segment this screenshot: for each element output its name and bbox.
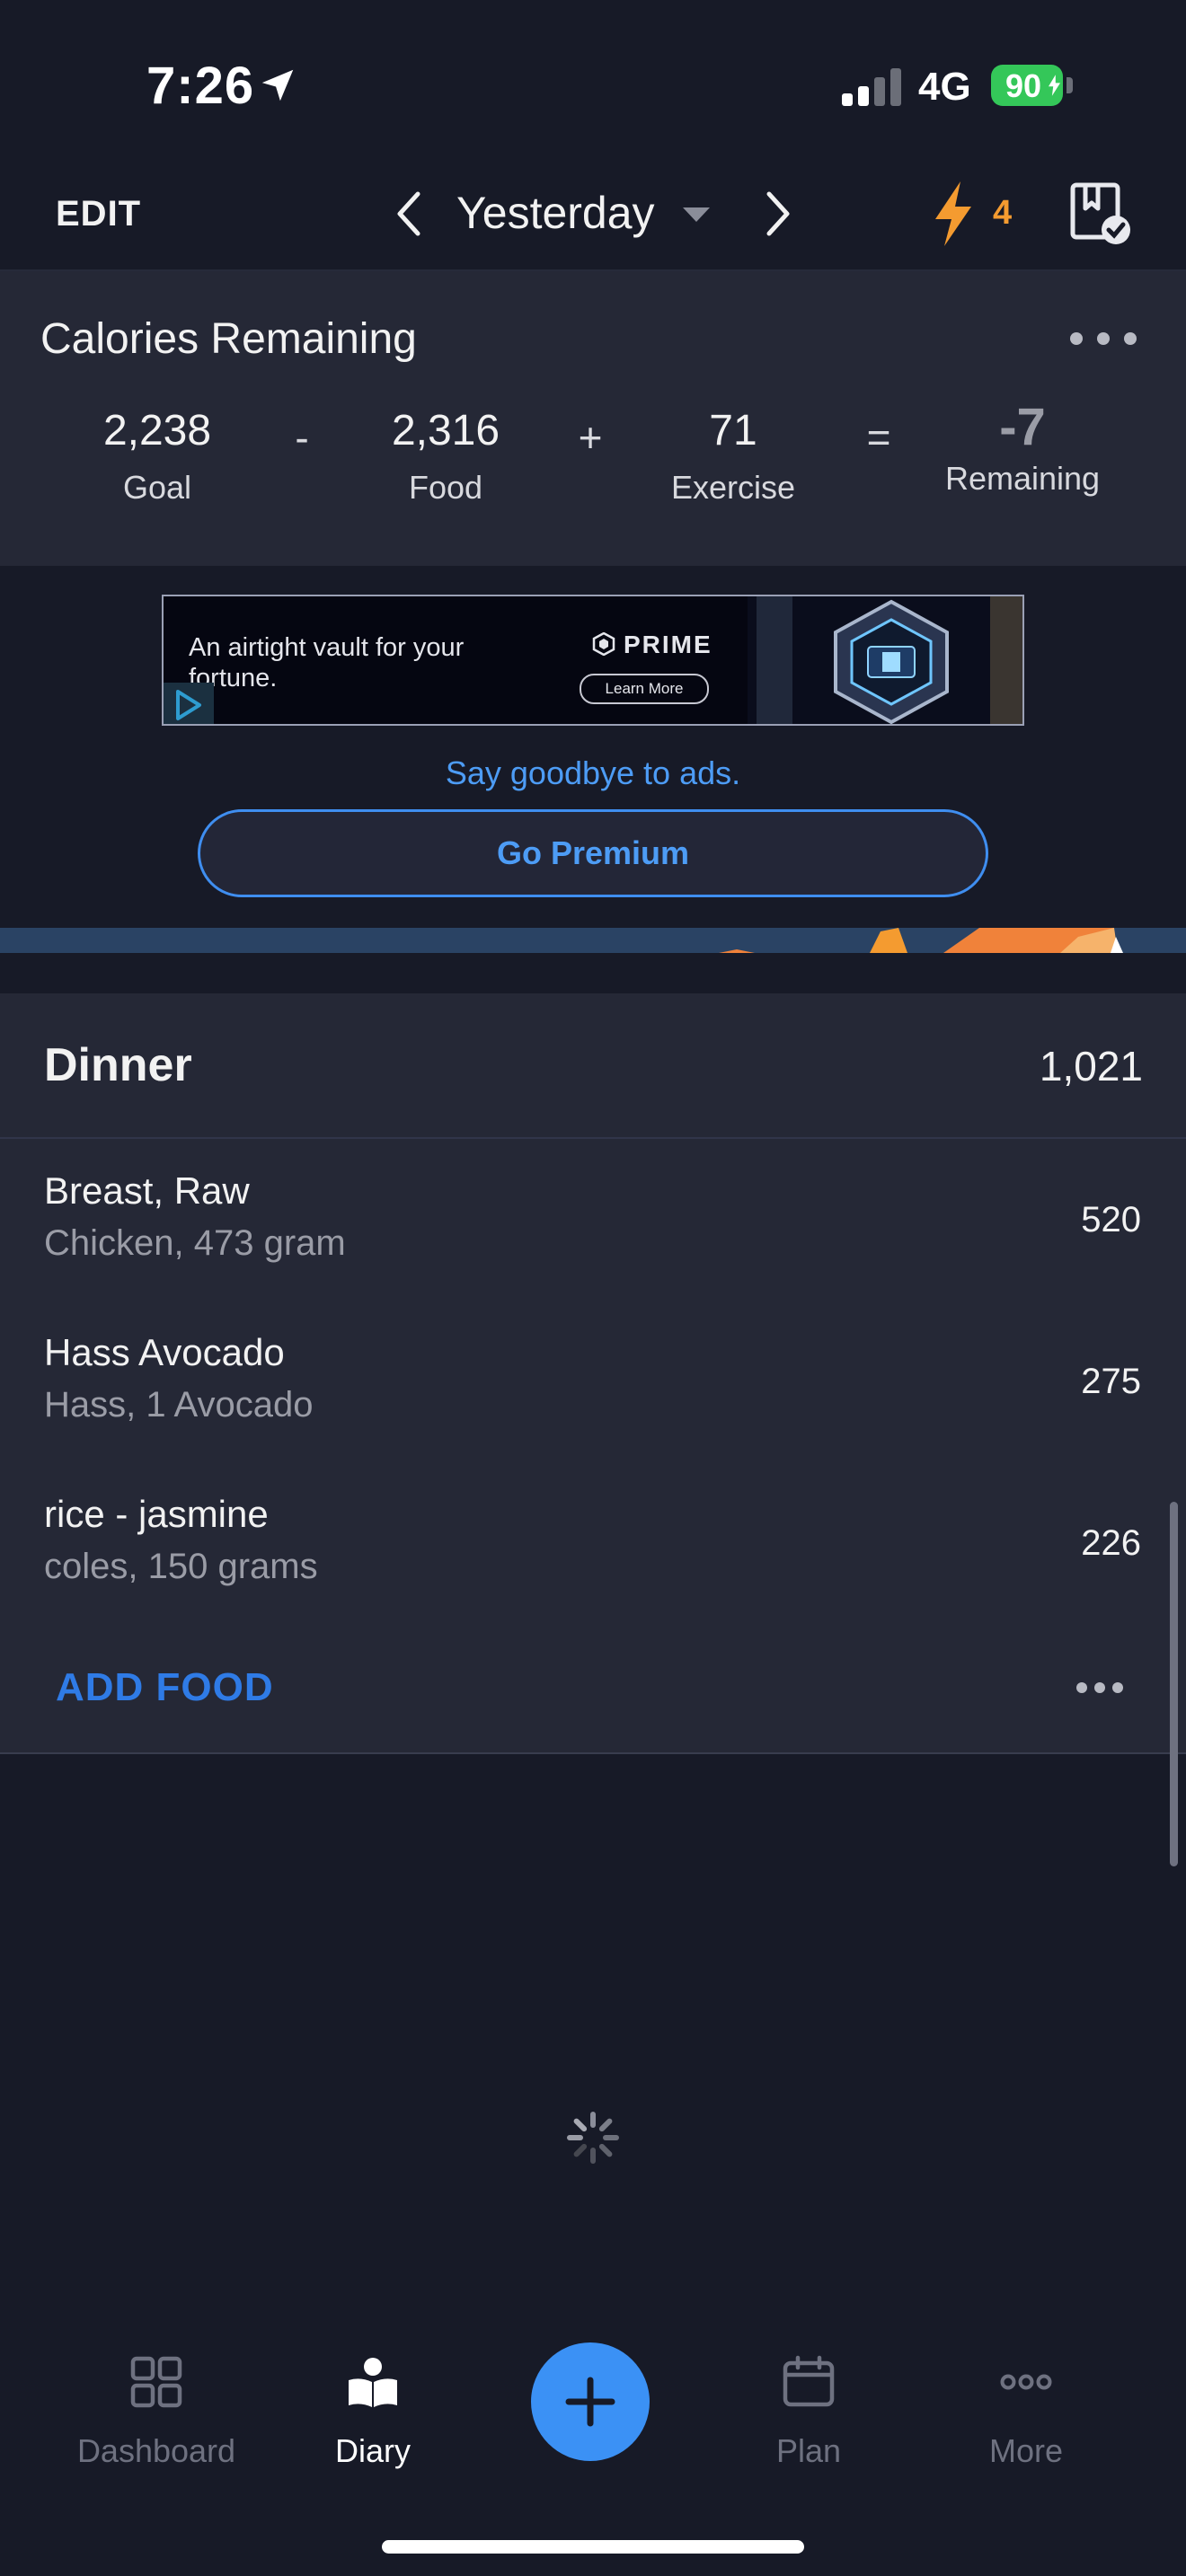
battery-indicator: 90: [991, 65, 1063, 106]
food-name: rice - jasmine: [44, 1493, 269, 1535]
tab-dashboard[interactable]: Dashboard: [49, 2355, 264, 2470]
add-food-button[interactable]: ADD FOOD: [56, 1665, 274, 1710]
plus-icon: [565, 2377, 615, 2427]
location-arrow-icon: [261, 69, 294, 101]
food-calories: 226: [1081, 1523, 1141, 1563]
tab-plan[interactable]: Plan: [701, 2355, 916, 2470]
scrollbar[interactable]: [1170, 1502, 1178, 1866]
remaining-value: -7: [999, 398, 1046, 456]
equals-operator: =: [866, 414, 891, 461]
brand-logo-icon: [592, 632, 615, 656]
food-label: Food: [408, 469, 483, 506]
battery-level: 90: [1005, 67, 1042, 104]
cellular-signal-icon: [842, 68, 901, 106]
chevron-left-icon[interactable]: [389, 189, 430, 239]
food-serving: Hass, 1 Avocado: [44, 1385, 314, 1425]
remove-ads-link[interactable]: Say goodbye to ads.: [0, 754, 1186, 792]
edit-button[interactable]: EDIT: [56, 194, 141, 234]
tab-more[interactable]: More: [918, 2355, 1134, 2470]
tab-label: More: [988, 2432, 1064, 2469]
exercise-column: 71 Exercise: [634, 406, 832, 507]
remaining-column: -7 Remaining: [924, 398, 1121, 498]
ad-choices-icon[interactable]: [164, 683, 214, 724]
plus-operator: +: [578, 414, 603, 461]
food-name: Breast, Raw: [44, 1169, 250, 1212]
network-type: 4G: [918, 65, 971, 109]
exercise-label: Exercise: [670, 469, 796, 506]
promo-strip: [0, 928, 1186, 953]
diary-icon: [349, 2358, 397, 2407]
charging-bolt-icon: [1049, 75, 1060, 96]
goal-label: Goal: [122, 469, 192, 506]
ad-learn-more-button[interactable]: Learn More: [580, 674, 709, 704]
tab-label: Diary: [334, 2432, 411, 2469]
dinner-meal-card: Dinner 1,021 Breast, Raw Chicken, 473 gr…: [0, 993, 1186, 1754]
exercise-value: 71: [709, 407, 757, 454]
goal-value: 2,238: [102, 407, 212, 454]
calories-remaining-card: Calories Remaining 2,238 Goal - 2,316 Fo…: [0, 271, 1186, 566]
ad-text: An airtight vault for your fortune.: [189, 633, 465, 693]
home-indicator[interactable]: [382, 2540, 804, 2554]
minus-operator: -: [295, 414, 309, 461]
food-value: 2,316: [391, 407, 500, 454]
meal-options-icon[interactable]: [1075, 1681, 1124, 1695]
bottom-tab-bar: Dashboard Diary Plan More: [0, 2317, 1186, 2576]
ad-vault-graphic: [748, 596, 1022, 724]
calendar-icon: [783, 2355, 835, 2407]
ad-brand: PRIME: [624, 631, 712, 658]
tab-label: Dashboard: [76, 2432, 236, 2469]
diary-screen: 7:26 4G 90 EDIT Yesterday 4 Calories Rem…: [0, 0, 1186, 2576]
go-premium-button[interactable]: Go Premium: [198, 809, 988, 897]
tab-label: Plan: [775, 2432, 842, 2469]
loading-spinner-icon: [567, 2112, 619, 2164]
food-entry[interactable]: Hass Avocado Hass, 1 Avocado 275: [0, 1306, 1186, 1468]
caret-down-icon[interactable]: [681, 205, 712, 225]
food-serving: coles, 150 grams: [44, 1547, 318, 1586]
saved-meals-icon[interactable]: [1069, 181, 1132, 246]
status-bar: 7:26 4G 90: [0, 0, 1186, 162]
chevron-right-icon[interactable]: [757, 189, 798, 239]
tab-diary[interactable]: Diary: [265, 2355, 481, 2470]
food-entry[interactable]: rice - jasmine coles, 150 grams 226: [0, 1468, 1186, 1629]
play-triangle-icon: [176, 690, 201, 720]
date-selector[interactable]: Yesterday: [456, 187, 655, 239]
food-column: 2,316 Food: [347, 406, 544, 507]
more-icon: [1000, 2374, 1052, 2390]
food-name: Hass Avocado: [44, 1331, 285, 1373]
battery-cap: [1067, 77, 1073, 93]
ad-banner[interactable]: An airtight vault for your fortune. PRIM…: [162, 595, 1024, 726]
food-calories: 275: [1081, 1362, 1141, 1401]
remaining-label: Remaining: [944, 460, 1101, 497]
calories-remaining-title: Calories Remaining: [40, 315, 417, 363]
dashboard-icon: [130, 2356, 182, 2408]
food-entry[interactable]: Breast, Raw Chicken, 473 gram 520: [0, 1144, 1186, 1306]
streak-count[interactable]: 4: [993, 194, 1012, 233]
food-serving: Chicken, 473 gram: [44, 1223, 346, 1263]
meal-total-calories: 1,021: [1039, 1043, 1143, 1090]
promo-graphic: [719, 928, 1123, 953]
status-time: 7:26: [146, 57, 255, 115]
add-entry-button[interactable]: [531, 2342, 650, 2461]
more-options-icon[interactable]: [1066, 327, 1141, 350]
goal-column: 2,238 Goal: [58, 406, 256, 507]
diary-header: EDIT Yesterday 4: [0, 162, 1186, 271]
lightning-streak-icon[interactable]: [930, 180, 977, 248]
food-calories: 520: [1081, 1200, 1141, 1239]
meal-title: Dinner: [44, 1039, 192, 1091]
meal-header[interactable]: Dinner 1,021: [0, 993, 1186, 1139]
